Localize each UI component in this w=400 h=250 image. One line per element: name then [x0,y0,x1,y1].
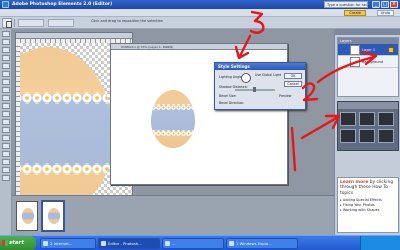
annotation-3-digit [249,10,265,34]
red-annotation-overlay [234,10,378,172]
photoshop-elements-window: Adobe Photoshop Elements 2.0 (Editor) Ty… [0,0,400,250]
annotation-1-digit [290,126,297,172]
annotation-1-arrow [300,114,341,140]
annotation-3-arrow [234,34,252,60]
annotation-2-arrow [316,50,378,84]
annotation-2-digit [301,82,319,102]
